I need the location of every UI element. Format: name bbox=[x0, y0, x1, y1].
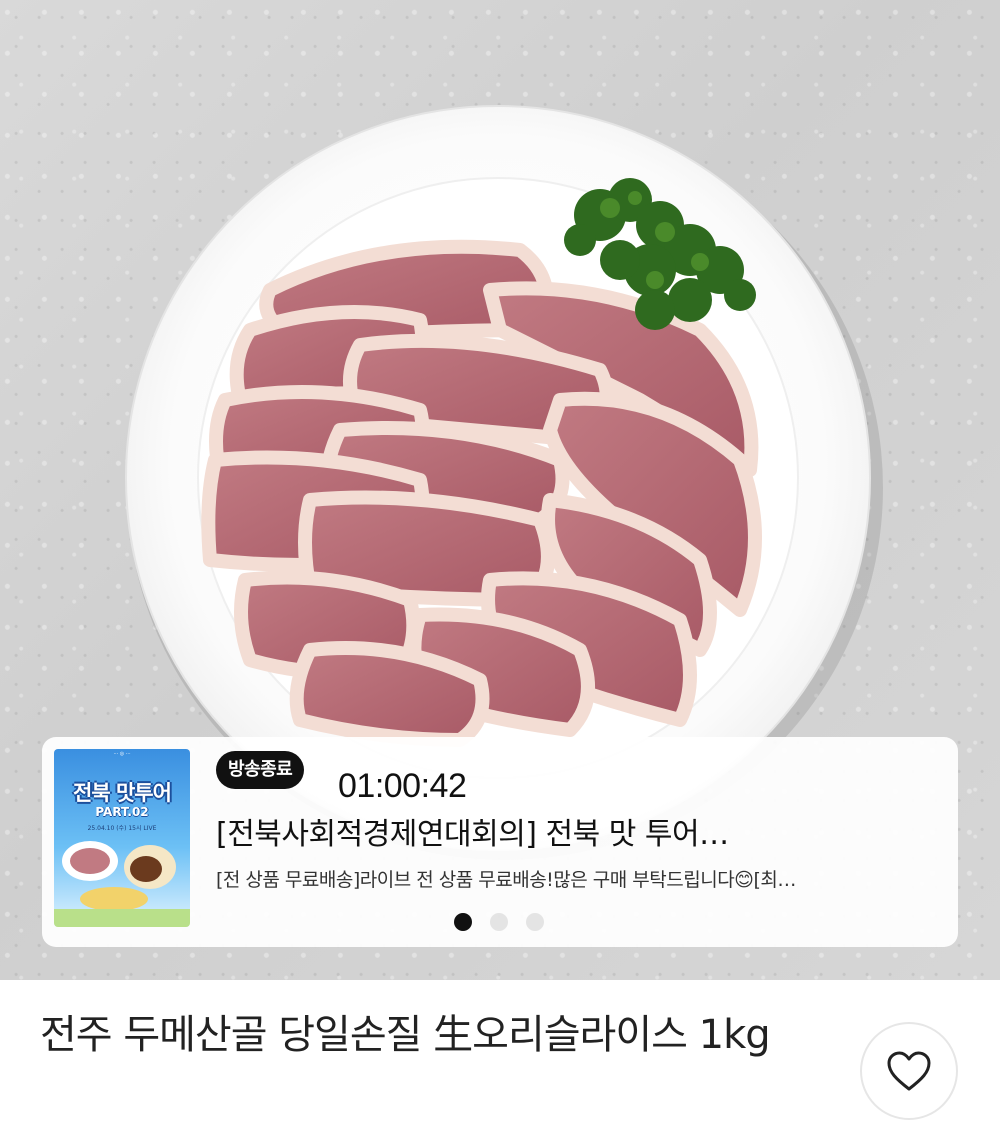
product-title: 전주 두메산골 당일손질 生오리슬라이스 1kg bbox=[40, 1012, 771, 1058]
pagination-dot-2[interactable] bbox=[490, 913, 508, 931]
live-broadcast-card[interactable]: ··· ◎ ··· 전북 맛투어 PART.02 25.04.10 (수) 15… bbox=[42, 737, 958, 947]
duck-slices bbox=[201, 239, 762, 747]
pagination-dot-1[interactable] bbox=[454, 913, 472, 931]
live-status-badge: 방송종료 bbox=[216, 751, 305, 789]
live-timer: 01:00:42 bbox=[338, 767, 467, 805]
pagination-dot-3[interactable] bbox=[526, 913, 544, 931]
live-subtitle: [전 상품 무료배송]라이브 전 상품 무료배송!많은 구매 부탁드립니다😊[최… bbox=[216, 869, 796, 891]
product-hero-image[interactable]: ··· ◎ ··· 전북 맛투어 PART.02 25.04.10 (수) 15… bbox=[0, 0, 1000, 980]
live-pagination bbox=[454, 913, 544, 933]
thumbnail-food-image bbox=[54, 841, 190, 927]
heart-icon bbox=[887, 1051, 931, 1091]
wishlist-button[interactable] bbox=[860, 1022, 958, 1120]
live-thumbnail[interactable]: ··· ◎ ··· 전북 맛투어 PART.02 25.04.10 (수) 15… bbox=[54, 749, 190, 927]
live-title[interactable]: [전북사회적경제연대회의] 전북 맛 투어… bbox=[216, 809, 916, 853]
